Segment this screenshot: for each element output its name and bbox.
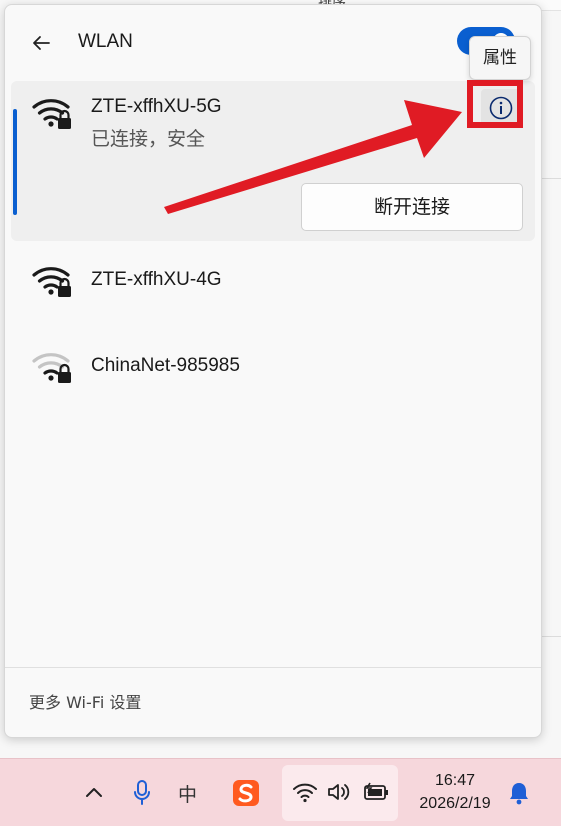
battery-icon bbox=[364, 782, 388, 800]
notification-bell-icon[interactable] bbox=[508, 781, 530, 805]
wlan-flyout: WLAN ZTE-xffhXU-5G 已连接，安全 断开连接 ZTE-xffhX… bbox=[4, 4, 542, 738]
network-item[interactable]: ChinaNet-985985 bbox=[11, 333, 535, 403]
wifi-secured-icon bbox=[32, 267, 71, 297]
selection-indicator bbox=[13, 109, 17, 215]
network-name: ZTE-xffhXU-5G bbox=[91, 96, 222, 117]
sogou-icon[interactable] bbox=[232, 779, 260, 807]
screen: 排序 WLAN ZTE-xffhXU-5G 已连接，安全 bbox=[0, 0, 561, 826]
ime-indicator[interactable]: 中 bbox=[178, 780, 197, 807]
disconnect-button[interactable]: 断开连接 bbox=[301, 183, 523, 231]
wifi-weak-secured-icon bbox=[32, 353, 71, 383]
info-icon bbox=[489, 96, 513, 120]
wifi-secured-icon bbox=[32, 99, 71, 129]
network-item[interactable]: ZTE-xffhXU-4G bbox=[11, 247, 535, 317]
more-wifi-settings-link[interactable]: 更多 Wi-Fi 设置 bbox=[29, 689, 141, 713]
volume-icon bbox=[328, 784, 350, 800]
flyout-header: WLAN bbox=[5, 5, 541, 77]
background-divider bbox=[542, 178, 561, 179]
system-tray-group[interactable] bbox=[282, 765, 398, 821]
clock-time: 16:47 bbox=[434, 772, 476, 789]
properties-tooltip: 属性 bbox=[469, 36, 531, 80]
properties-button[interactable] bbox=[481, 89, 521, 127]
network-status: 已连接，安全 bbox=[91, 128, 206, 150]
clock[interactable]: 16:47 2026/2/19 bbox=[408, 769, 502, 815]
network-name: ChinaNet-985985 bbox=[91, 355, 240, 376]
microphone-icon[interactable] bbox=[132, 779, 152, 807]
chevron-up-icon[interactable] bbox=[84, 785, 104, 799]
flyout-title: WLAN bbox=[78, 31, 133, 52]
wifi-icon bbox=[293, 783, 317, 803]
back-arrow-icon[interactable] bbox=[27, 29, 55, 57]
taskbar: 中 16:47 2026/2/19 bbox=[0, 758, 561, 826]
network-item-connected[interactable]: ZTE-xffhXU-5G 已连接，安全 断开连接 bbox=[11, 81, 535, 241]
network-name: ZTE-xffhXU-4G bbox=[91, 269, 222, 290]
clock-date: 2026/2/19 bbox=[419, 795, 491, 812]
background-divider bbox=[542, 636, 561, 637]
footer-divider bbox=[5, 667, 541, 668]
